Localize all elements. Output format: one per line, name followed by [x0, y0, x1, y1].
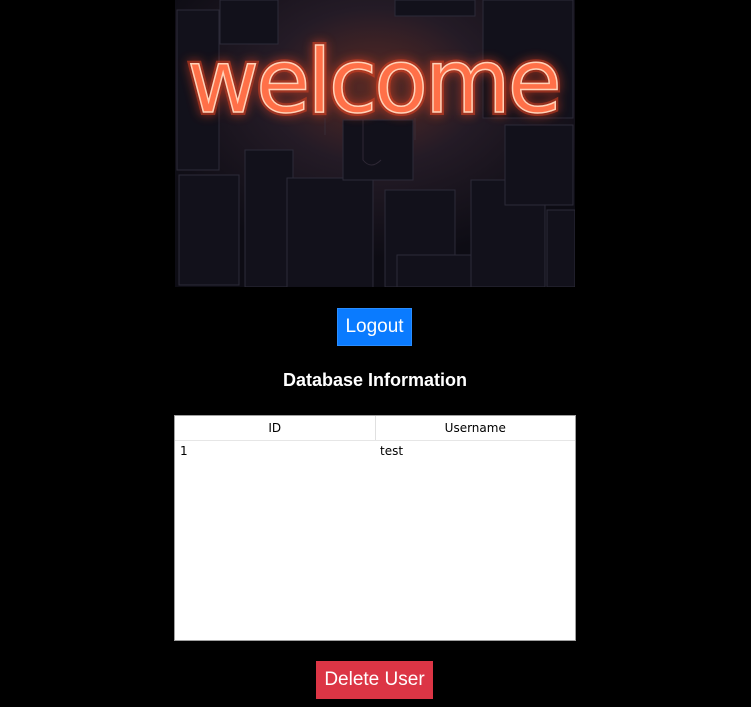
column-header-id[interactable]: ID — [175, 416, 375, 440]
cell-id[interactable]: 1 — [175, 441, 375, 461]
welcome-neon-text: welcome — [187, 30, 559, 133]
app-window: welcome welcome Logout Database Informat… — [0, 0, 751, 707]
table-row[interactable]: 1 test — [175, 441, 575, 461]
logout-button[interactable]: Logout — [337, 308, 412, 346]
welcome-banner-image: welcome welcome — [175, 0, 575, 287]
table-header-row: ID Username — [175, 416, 575, 441]
database-information-heading: Database Information — [282, 370, 468, 390]
database-table[interactable]: ID Username 1 test — [174, 415, 576, 641]
cell-username[interactable]: test — [375, 441, 575, 461]
delete-user-button[interactable]: Delete User — [316, 661, 433, 699]
column-header-username[interactable]: Username — [374, 416, 576, 440]
